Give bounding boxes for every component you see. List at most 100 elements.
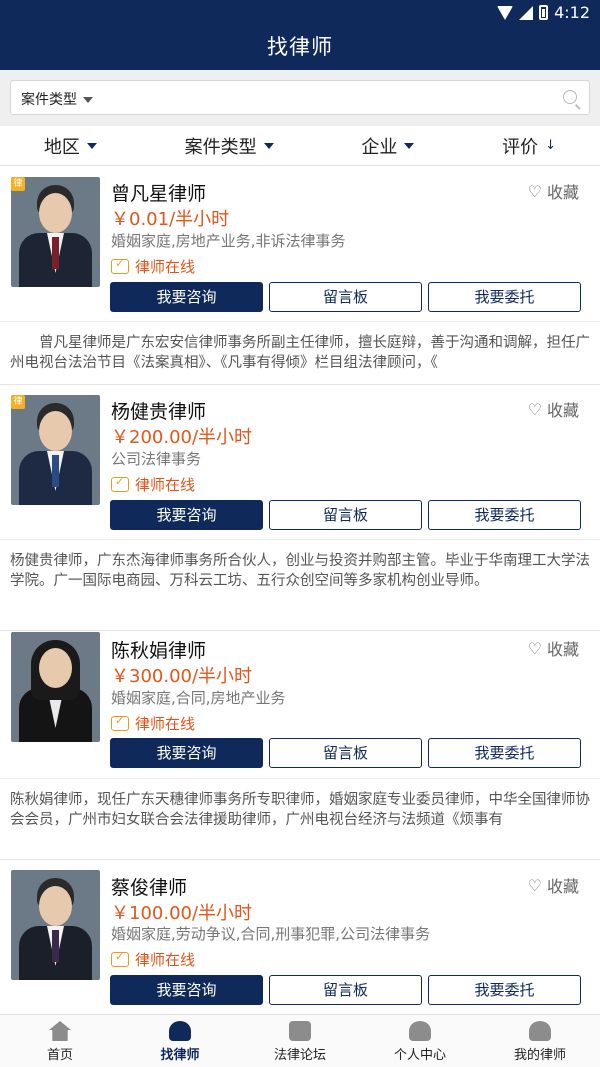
battery-icon bbox=[539, 5, 549, 20]
filter-case-type[interactable]: 案件类型 bbox=[185, 133, 274, 159]
message-board-button[interactable]: 留言板 bbox=[269, 738, 422, 768]
heart-icon: ♡ bbox=[527, 399, 542, 419]
home-icon bbox=[49, 1021, 71, 1041]
consult-button[interactable]: 我要咨询 bbox=[110, 738, 263, 768]
online-label: 律师在线 bbox=[135, 258, 196, 276]
nav-label: 个人中心 bbox=[393, 1048, 446, 1063]
forum-icon bbox=[289, 1021, 311, 1041]
filter-company-label: 企业 bbox=[361, 136, 398, 158]
caret-down-icon bbox=[86, 142, 97, 149]
caret-down-icon bbox=[83, 97, 93, 103]
lawyer-tags: 婚姻家庭,劳动争议,合同,刑事犯罪,公司法律事务 bbox=[111, 925, 431, 943]
filter-case-type-label: 案件类型 bbox=[184, 136, 257, 158]
entrust-button[interactable]: 我要委托 bbox=[428, 975, 581, 1005]
lawyer-avatar bbox=[11, 395, 100, 505]
lawyer-avatar bbox=[11, 870, 100, 980]
entrust-button[interactable]: 我要委托 bbox=[428, 738, 581, 768]
lawyer-tags: 公司法律事务 bbox=[111, 450, 202, 468]
status-time: 4:12 bbox=[554, 3, 590, 22]
heart-icon: ♡ bbox=[527, 875, 542, 895]
lawyer-card[interactable]: 律 杨健贵律师 ♡收藏 ￥200.00/半小时 公司法律事务 律师在线 我要咨询… bbox=[0, 385, 600, 631]
wifi-icon bbox=[497, 5, 514, 20]
filter-bar: 地区 案件类型 企业 评价 ↓ bbox=[0, 126, 600, 166]
lawyer-name: 蔡俊律师 bbox=[111, 877, 188, 899]
lawyer-tags: 婚姻家庭,房地产业务,非诉法律事务 bbox=[111, 232, 346, 250]
lawyer-name: 杨健贵律师 bbox=[111, 401, 207, 423]
nav-personal-center[interactable]: 个人中心 bbox=[360, 1015, 480, 1067]
case-type-label: 案件类型 bbox=[21, 92, 77, 108]
sort-down-icon: ↓ bbox=[545, 138, 557, 153]
caret-down-icon bbox=[263, 142, 274, 149]
favorite-button[interactable]: ♡ 收藏 bbox=[528, 397, 579, 421]
online-status: 律师在线 bbox=[111, 713, 195, 734]
favorite-label: 收藏 bbox=[546, 877, 579, 896]
my-lawyer-icon bbox=[529, 1021, 551, 1041]
person-icon bbox=[409, 1021, 431, 1041]
online-icon bbox=[111, 475, 129, 492]
lawyer-card[interactable]: 蔡俊律师 ♡ 收藏 ￥100.00/半小时 婚姻家庭,劳动争议,合同,刑事犯罪,公… bbox=[0, 861, 600, 1014]
lawyer-price: ￥100.00/半小时 bbox=[111, 903, 253, 924]
lawyer-icon bbox=[169, 1021, 191, 1041]
online-label: 律师在线 bbox=[135, 951, 196, 969]
favorite-button[interactable]: ♡ 收藏 bbox=[528, 179, 579, 203]
nav-label: 首页 bbox=[46, 1048, 73, 1063]
online-status: 律师在线 bbox=[111, 474, 195, 495]
search-area: 案件类型 bbox=[0, 70, 600, 126]
lawyer-description: 杨健贵律师，广东杰海律师事务所合伙人，创业与投资并购部主管。毕业于华南理工大学法… bbox=[10, 553, 590, 589]
recommend-badge-icon: 律 bbox=[11, 177, 25, 191]
search-icon[interactable] bbox=[563, 90, 577, 104]
lawyer-price: ￥200.00/半小时 bbox=[111, 427, 253, 448]
consult-button[interactable]: 我要咨询 bbox=[110, 282, 263, 312]
filter-region-label: 地区 bbox=[43, 136, 80, 158]
online-status: 律师在线 bbox=[111, 949, 195, 970]
lawyer-tags: 婚姻家庭,合同,房地产业务 bbox=[111, 689, 286, 707]
entrust-button[interactable]: 我要委托 bbox=[428, 282, 581, 312]
heart-icon: ♡ bbox=[527, 181, 542, 201]
status-bar: 4:12 bbox=[0, 0, 600, 25]
entrust-button[interactable]: 我要委托 bbox=[428, 500, 581, 530]
lawyer-price: ￥0.01/半小时 bbox=[111, 209, 230, 230]
nav-find-lawyer[interactable]: 找律师 bbox=[120, 1015, 240, 1067]
consult-button[interactable]: 我要咨询 bbox=[110, 500, 263, 530]
message-board-button[interactable]: 留言板 bbox=[269, 282, 422, 312]
heart-icon: ♡ bbox=[527, 638, 542, 658]
online-icon bbox=[111, 257, 129, 274]
message-board-button[interactable]: 留言板 bbox=[269, 975, 422, 1005]
lawyer-name: 曾凡星律师 bbox=[111, 183, 207, 205]
lawyer-description: 曾凡星律师是广东宏安信律师事务所副主任律师，擅长庭辩，善于沟通和调解，担任广州电… bbox=[10, 335, 590, 371]
signal-icon bbox=[519, 5, 534, 20]
lawyer-avatar bbox=[11, 177, 100, 287]
online-label: 律师在线 bbox=[135, 476, 196, 494]
lawyer-card[interactable]: 律 曾凡星律师 ♡ 收藏 ￥0.01/半小时 婚姻家庭,房地产业务,非诉法律事务 … bbox=[0, 167, 600, 385]
nav-label: 法律论坛 bbox=[273, 1048, 326, 1063]
online-label: 律师在线 bbox=[135, 715, 196, 733]
favorite-label: 收藏 bbox=[546, 183, 579, 202]
search-input[interactable]: 案件类型 bbox=[10, 80, 590, 115]
nav-label: 我的律师 bbox=[513, 1048, 566, 1063]
nav-home[interactable]: 首页 bbox=[0, 1015, 120, 1067]
nav-forum[interactable]: 法律论坛 bbox=[240, 1015, 360, 1067]
filter-company[interactable]: 企业 bbox=[361, 133, 415, 159]
online-icon bbox=[111, 950, 129, 967]
favorite-label: 收藏 bbox=[546, 640, 579, 659]
lawyer-price: ￥300.00/半小时 bbox=[111, 666, 253, 687]
consult-button[interactable]: 我要咨询 bbox=[110, 975, 263, 1005]
online-status: 律师在线 bbox=[111, 256, 195, 277]
caret-down-icon bbox=[404, 142, 415, 149]
recommend-badge-icon: 律 bbox=[11, 395, 25, 409]
page-title: 找律师 bbox=[0, 25, 600, 70]
lawyer-avatar bbox=[11, 632, 100, 742]
online-icon bbox=[111, 714, 129, 731]
lawyer-card[interactable]: 陈秋娟律师 ♡收藏 ￥300.00/半小时 婚姻家庭,合同,房地产业务 律师在线… bbox=[0, 632, 600, 860]
favorite-button[interactable]: ♡ 收藏 bbox=[528, 636, 579, 660]
favorite-button[interactable]: ♡ 收藏 bbox=[528, 873, 579, 897]
lawyer-name: 陈秋娟律师 bbox=[111, 640, 207, 662]
case-type-dropdown[interactable]: 案件类型 bbox=[21, 89, 93, 109]
filter-rating[interactable]: 评价 ↓ bbox=[502, 133, 556, 159]
message-board-button[interactable]: 留言板 bbox=[269, 500, 422, 530]
lawyer-description: 陈秋娟律师，现任广东天穗律师事务所专职律师，婚姻家庭专业委员律师，中华全国律师协… bbox=[10, 792, 590, 828]
nav-label: 找律师 bbox=[160, 1048, 200, 1063]
nav-my-lawyer[interactable]: 我的律师 bbox=[480, 1015, 600, 1067]
filter-region[interactable]: 地区 bbox=[44, 133, 97, 159]
favorite-label: 收藏 bbox=[546, 401, 579, 420]
